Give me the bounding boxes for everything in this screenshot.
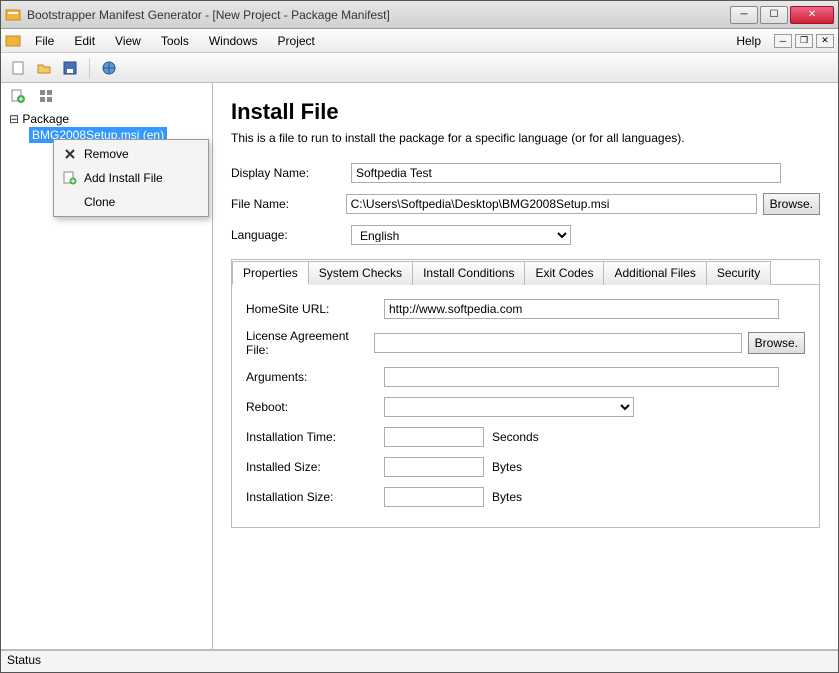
tab-strip: Properties System Checks Install Conditi… bbox=[232, 260, 819, 285]
toolbar bbox=[1, 53, 838, 83]
new-file-icon bbox=[10, 60, 26, 76]
install-time-label: Installation Time: bbox=[246, 430, 384, 444]
save-icon bbox=[62, 60, 78, 76]
installation-size-input[interactable] bbox=[384, 487, 484, 507]
homesite-input[interactable] bbox=[384, 299, 779, 319]
globe-icon bbox=[101, 60, 117, 76]
installed-size-input[interactable] bbox=[384, 457, 484, 477]
mdi-restore-button[interactable]: ❐ bbox=[795, 34, 813, 48]
installation-size-unit: Bytes bbox=[492, 490, 522, 504]
license-browse-button[interactable]: Browse. bbox=[748, 332, 805, 354]
license-input[interactable] bbox=[374, 333, 742, 353]
installed-size-label: Installed Size: bbox=[246, 460, 384, 474]
context-add-install[interactable]: Add Install File bbox=[56, 166, 206, 190]
toolbar-separator bbox=[89, 58, 90, 78]
window-title: Bootstrapper Manifest Generator - [New P… bbox=[27, 8, 730, 22]
arguments-label: Arguments: bbox=[246, 370, 384, 384]
tree-root-node[interactable]: ⊟ Package bbox=[5, 111, 208, 127]
arguments-input[interactable] bbox=[384, 367, 779, 387]
grid-icon bbox=[38, 88, 54, 104]
add-file-icon bbox=[10, 88, 26, 104]
tab-exit-codes[interactable]: Exit Codes bbox=[524, 261, 604, 285]
statusbar: Status bbox=[1, 650, 838, 672]
app-window: Bootstrapper Manifest Generator - [New P… bbox=[0, 0, 839, 673]
open-button[interactable] bbox=[33, 57, 55, 79]
file-browse-button[interactable]: Browse. bbox=[763, 193, 820, 215]
tree-root-label: Package bbox=[22, 112, 69, 126]
install-time-input[interactable] bbox=[384, 427, 484, 447]
installation-size-label: Installation Size: bbox=[246, 490, 384, 504]
context-add-install-label: Add Install File bbox=[84, 171, 163, 185]
language-label: Language: bbox=[231, 228, 351, 242]
reboot-label: Reboot: bbox=[246, 400, 384, 414]
context-remove-label: Remove bbox=[84, 147, 129, 161]
tab-additional-files[interactable]: Additional Files bbox=[603, 261, 706, 285]
add-install-icon bbox=[62, 170, 78, 186]
save-button[interactable] bbox=[59, 57, 81, 79]
section-title: Install File bbox=[231, 99, 820, 125]
tab-system-checks[interactable]: System Checks bbox=[308, 261, 413, 285]
tab-security[interactable]: Security bbox=[706, 261, 771, 285]
tree-body: ⊟ Package BMG2008Setup.msi (en) Remove bbox=[1, 109, 212, 649]
file-name-input[interactable] bbox=[346, 194, 757, 214]
tree-toolbar bbox=[1, 83, 212, 109]
context-menu: Remove Add Install File Clone bbox=[53, 139, 209, 217]
titlebar: Bootstrapper Manifest Generator - [New P… bbox=[1, 1, 838, 29]
tab-properties[interactable]: Properties bbox=[232, 261, 309, 285]
menu-help[interactable]: Help bbox=[726, 31, 771, 51]
menubar: File Edit View Tools Windows Project Hel… bbox=[1, 29, 838, 53]
app-icon bbox=[5, 7, 21, 23]
context-clone[interactable]: Clone bbox=[56, 190, 206, 214]
menu-edit[interactable]: Edit bbox=[64, 31, 105, 51]
mdi-close-button[interactable]: ✕ bbox=[816, 34, 834, 48]
maximize-button[interactable]: ☐ bbox=[760, 6, 788, 24]
tab-panel-properties: HomeSite URL: License Agreement File: Br… bbox=[232, 285, 819, 527]
tree-add-button[interactable] bbox=[7, 85, 29, 107]
minimize-button[interactable]: ─ bbox=[730, 6, 758, 24]
delete-icon bbox=[62, 146, 78, 162]
clone-icon bbox=[62, 194, 78, 210]
menu-windows[interactable]: Windows bbox=[199, 31, 268, 51]
menu-app-icon bbox=[5, 33, 21, 49]
tabs-container: Properties System Checks Install Conditi… bbox=[231, 259, 820, 528]
display-name-input[interactable] bbox=[351, 163, 781, 183]
homesite-label: HomeSite URL: bbox=[246, 302, 384, 316]
reboot-select[interactable] bbox=[384, 397, 634, 417]
main-pane: Install File This is a file to run to in… bbox=[213, 83, 838, 649]
section-description: This is a file to run to install the pac… bbox=[231, 131, 820, 145]
language-select[interactable]: English bbox=[351, 225, 571, 245]
menu-tools[interactable]: Tools bbox=[151, 31, 199, 51]
new-button[interactable] bbox=[7, 57, 29, 79]
mdi-minimize-button[interactable]: ─ bbox=[774, 34, 792, 48]
file-name-label: File Name: bbox=[231, 197, 346, 211]
context-remove[interactable]: Remove bbox=[56, 142, 206, 166]
menu-view[interactable]: View bbox=[105, 31, 151, 51]
license-label: License Agreement File: bbox=[246, 329, 374, 357]
tree-settings-button[interactable] bbox=[35, 85, 57, 107]
menu-project[interactable]: Project bbox=[268, 31, 325, 51]
install-time-unit: Seconds bbox=[492, 430, 539, 444]
installed-size-unit: Bytes bbox=[492, 460, 522, 474]
window-controls: ─ ☐ ✕ bbox=[730, 6, 834, 24]
build-button[interactable] bbox=[98, 57, 120, 79]
tree-pane: ⊟ Package BMG2008Setup.msi (en) Remove bbox=[1, 83, 213, 649]
menu-file[interactable]: File bbox=[25, 31, 64, 51]
display-name-label: Display Name: bbox=[231, 166, 351, 180]
content-area: ⊟ Package BMG2008Setup.msi (en) Remove bbox=[1, 83, 838, 650]
context-clone-label: Clone bbox=[84, 195, 115, 209]
tree-collapse-icon[interactable]: ⊟ bbox=[9, 112, 19, 126]
folder-open-icon bbox=[36, 60, 52, 76]
status-text: Status bbox=[7, 653, 41, 667]
tab-install-conditions[interactable]: Install Conditions bbox=[412, 261, 525, 285]
close-button[interactable]: ✕ bbox=[790, 6, 834, 24]
